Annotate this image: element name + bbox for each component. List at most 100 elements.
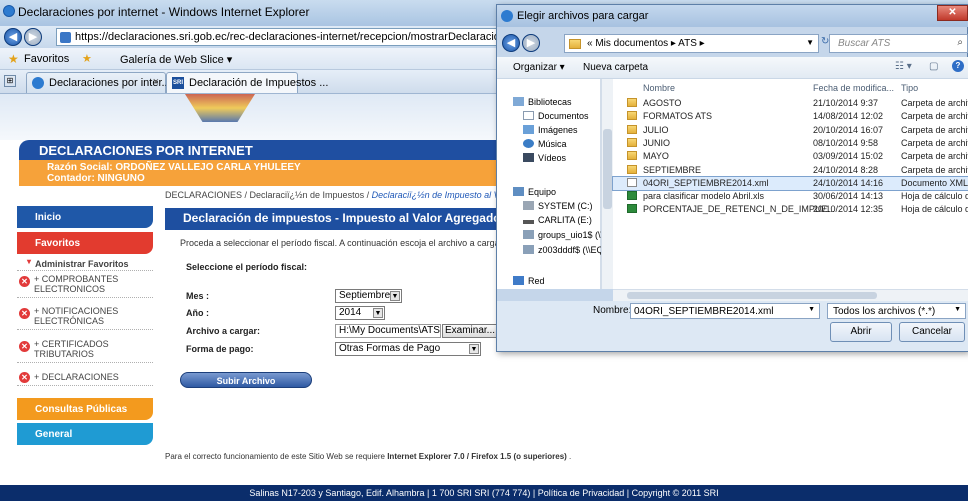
file-row[interactable]: AGOSTO 21/10/2014 9:37 Carpeta de archivo xyxy=(613,97,968,110)
sidebar-item-label: + NOTIFICACIONES ELECTRÓNICAS xyxy=(34,306,119,326)
filename-value: 04ORI_SEPTIEMBRE2014.xml xyxy=(634,306,774,317)
nav-item-groups[interactable]: groups_uio1$ (\\ xyxy=(523,230,603,240)
archivo-input[interactable]: H:\My Documents\ATS\ xyxy=(335,324,441,338)
file-type: Carpeta de archivo xyxy=(901,98,968,108)
add-favorite-icon[interactable]: ★ xyxy=(82,52,92,65)
column-nombre[interactable]: Nombre xyxy=(643,83,675,93)
file-row[interactable]: JULIO 20/10/2014 16:07 Carpeta de archivo xyxy=(613,124,968,137)
organize-button[interactable]: Organizar ▾ xyxy=(513,62,565,73)
preview-pane-icon[interactable]: ▢ xyxy=(929,61,938,72)
webslice-gallery[interactable]: Galería de Web Slice ▾ xyxy=(120,53,232,66)
file-name: JULIO xyxy=(643,124,669,135)
chevron-down-icon: ▼ xyxy=(390,291,400,301)
file-row[interactable]: PORCENTAJE_DE_RETENCI_N_DE_IMPUE... 20/10… xyxy=(613,203,968,216)
sidebar-consultas[interactable]: Consultas Públicas xyxy=(17,398,153,420)
sidebar-item-comprobantes[interactable]: ✕ + COMPROBANTES ELECTRONICOS xyxy=(17,274,153,298)
mes-select[interactable]: Septiembre ▼ xyxy=(335,289,402,303)
archivo-label: Archivo a cargar: xyxy=(186,326,261,336)
file-row[interactable]: SEPTIEMBRE 24/10/2014 8:28 Carpeta de arch… xyxy=(613,164,968,177)
sidebar-item-notificaciones[interactable]: ✕ + NOTIFICACIONES ELECTRÓNICAS xyxy=(17,306,153,330)
scroll-thumb[interactable] xyxy=(603,129,612,209)
open-button[interactable]: Abrir xyxy=(830,322,892,342)
nav-item-documentos[interactable]: Documentos xyxy=(523,111,589,121)
file-type: Carpeta de archivo xyxy=(901,137,968,148)
nav-item-videos[interactable]: Vídeos xyxy=(523,153,566,163)
nav-item-musica[interactable]: Música xyxy=(523,139,567,149)
anio-select[interactable]: 2014 ▼ xyxy=(335,306,385,320)
nav-item-z003[interactable]: z003dddf$ (\\EQU xyxy=(523,245,610,255)
file-row[interactable]: para clasificar modelo Abril.xls 30/06/20… xyxy=(613,190,968,203)
nav-item-imagenes[interactable]: Imágenes xyxy=(523,125,578,135)
pictures-icon xyxy=(523,125,534,134)
file-row[interactable]: JUNIO 08/10/2014 9:58 Carpeta de archivo xyxy=(613,137,968,150)
chevron-down-icon[interactable]: ▼ xyxy=(806,38,814,47)
back-icon[interactable]: ◀ xyxy=(4,28,22,46)
file-name: 04ORI_SEPTIEMBRE2014.xml xyxy=(643,177,769,188)
column-tipo[interactable]: Tipo xyxy=(901,83,918,93)
search-icon[interactable]: ⌕ xyxy=(957,37,963,48)
scroll-thumb[interactable] xyxy=(627,292,877,299)
network-icon xyxy=(513,276,524,285)
favorites-button[interactable]: Favoritos xyxy=(24,53,69,65)
file-row[interactable]: MAYO 03/09/2014 15:02 Carpeta de archivo xyxy=(613,150,968,163)
dialog-forward-icon[interactable]: ▶ xyxy=(522,34,540,52)
close-tab-icon[interactable]: × xyxy=(153,76,159,88)
filename-input[interactable]: 04ORI_SEPTIEMBRE2014.xml ▼ xyxy=(630,303,820,319)
sidebar-favoritos[interactable]: Favoritos xyxy=(17,232,153,254)
chevron-down-icon[interactable]: ▼ xyxy=(808,306,815,313)
file-type: Carpeta de archivo xyxy=(901,151,968,162)
remove-icon[interactable]: ✕ xyxy=(19,372,30,383)
sidebar-item-certificados[interactable]: ✕ + CERTIFICADOS TRIBUTARIOS xyxy=(17,339,153,363)
address-bar[interactable]: https://declaraciones.sri.gob.ec/rec-dec… xyxy=(56,28,506,46)
dialog-back-icon[interactable]: ◀ xyxy=(502,34,520,52)
breadcrumb-path[interactable]: DECLARACIONES / Declaraciï¿½n de Impuest… xyxy=(165,190,369,200)
sidebar-inicio[interactable]: Inicio xyxy=(17,206,153,228)
tab-declaraciones[interactable]: Declaraciones por inter... × xyxy=(26,72,171,93)
cancel-button[interactable]: Cancelar xyxy=(899,322,965,342)
sidebar-administrar-favoritos[interactable]: ▾ Administrar Favoritos xyxy=(17,257,153,271)
close-icon[interactable]: ✕ xyxy=(937,5,968,21)
forward-icon[interactable]: ▶ xyxy=(24,28,42,46)
file-type-select[interactable]: Todos los archivos (*.*) ▼ xyxy=(827,303,966,319)
file-type-value: Todos los archivos (*.*) xyxy=(833,306,936,317)
nav-item-red[interactable]: Red xyxy=(513,276,545,286)
dialog-search-input[interactable]: Buscar ATS ⌕ xyxy=(829,34,968,53)
sidebar-item-declaraciones[interactable]: ✕ + DECLARACIONES xyxy=(17,372,153,386)
pago-select[interactable]: Otras Formas de Pago ▼ xyxy=(335,342,481,356)
help-icon[interactable]: ? xyxy=(952,60,964,72)
remove-icon[interactable]: ✕ xyxy=(19,341,30,352)
address-text: https://declaraciones.sri.gob.ec/rec-dec… xyxy=(75,31,505,43)
nav-item-carlita[interactable]: CARLITA (E:) xyxy=(523,215,592,225)
column-fecha[interactable]: Fecha de modifica... xyxy=(813,83,894,93)
mes-label: Mes : xyxy=(186,291,210,301)
file-row[interactable]: 04ORI_SEPTIEMBRE2014.xml 24/10/2014 14:16… xyxy=(612,175,968,191)
drive-icon xyxy=(523,220,534,224)
mes-value: Septiembre xyxy=(339,290,391,301)
view-icon[interactable]: ☷ ▾ xyxy=(895,61,912,72)
nav-item-bibliotecas[interactable]: Bibliotecas xyxy=(513,97,572,107)
folder-icon xyxy=(627,124,637,134)
file-type: Hoja de cálculo d... xyxy=(901,204,968,215)
folder-icon xyxy=(627,164,637,174)
tab-label: Declaración de Impuestos ... xyxy=(189,77,329,89)
sidebar-general[interactable]: General xyxy=(17,423,153,445)
tab-declaracion-impuestos[interactable]: SRI Declaración de Impuestos ... xyxy=(166,72,328,93)
new-folder-button[interactable]: Nueva carpeta xyxy=(583,62,648,73)
library-icon xyxy=(513,97,524,106)
file-row[interactable]: FORMATOS ATS 14/08/2014 12:02 Carpeta de a… xyxy=(613,110,968,123)
file-date: 24/10/2014 8:28 xyxy=(813,164,879,175)
file-date: 14/08/2014 12:02 xyxy=(813,111,884,122)
remove-icon[interactable]: ✕ xyxy=(19,276,30,287)
nav-scrollbar[interactable] xyxy=(601,79,613,289)
examinar-button[interactable]: Examinar... xyxy=(442,324,498,338)
sri-favicon-icon: SRI xyxy=(172,77,184,89)
subir-archivo-button[interactable]: Subir Archivo xyxy=(180,372,312,388)
quick-tabs-icon[interactable]: ⊞ xyxy=(4,75,16,87)
nav-item-system[interactable]: SYSTEM (C:) xyxy=(523,201,593,211)
file-list-hscrollbar[interactable] xyxy=(613,289,968,301)
requirement-prefix: Para el correcto funcionamiento de este … xyxy=(165,452,388,461)
dialog-address-bar[interactable]: « Mis documentos ▸ ATS ▸ ▼ xyxy=(564,34,819,53)
nav-item-equipo[interactable]: Equipo xyxy=(513,187,556,197)
remove-icon[interactable]: ✕ xyxy=(19,308,30,319)
folder-icon xyxy=(627,98,637,107)
